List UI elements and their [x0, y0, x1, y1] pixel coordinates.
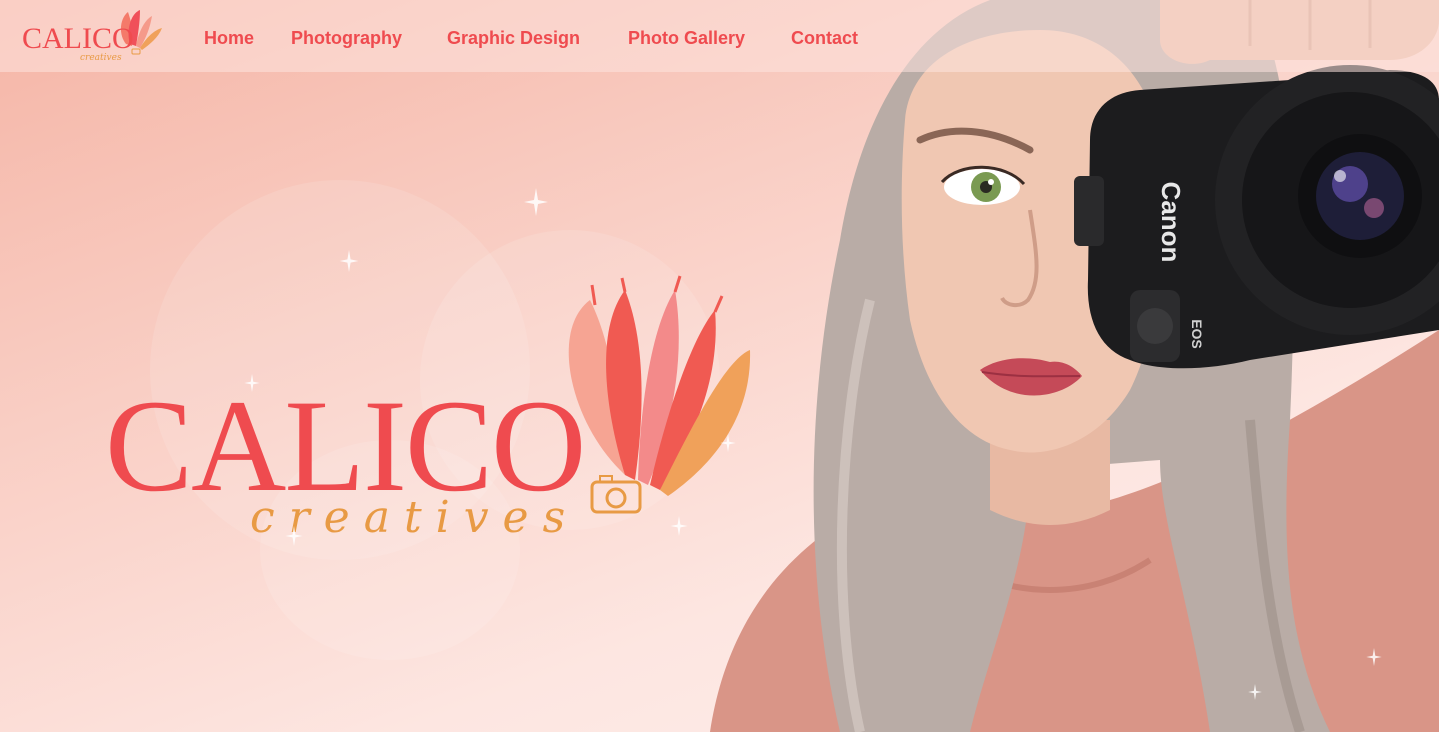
camera-icon — [590, 475, 642, 514]
nav-contact[interactable]: Contact — [791, 28, 858, 49]
camera-model: EOS — [1189, 319, 1205, 349]
camera-brand: Canon — [1156, 182, 1186, 263]
sparkle-icon — [524, 188, 548, 216]
sparkle-icon — [339, 250, 359, 272]
sparkle-icon — [244, 374, 260, 392]
nav-home[interactable]: Home — [204, 28, 254, 49]
sparkle-icon — [285, 526, 303, 546]
hero-logo: CALICO creatives — [105, 275, 751, 543]
sparkle-icon — [1366, 648, 1382, 666]
nav-photography[interactable]: Photography — [291, 28, 402, 49]
site-logo-tagline: creatives — [80, 53, 122, 63]
sparkle-icon — [1248, 684, 1262, 700]
balloon-icon — [568, 275, 751, 514]
sparkle-icon — [670, 516, 688, 536]
site-header: CALICO creatives Home Photography Graphi… — [0, 0, 1439, 72]
site-logo[interactable]: CALICO creatives — [22, 4, 167, 64]
site-logo-wordmark: CALICO — [22, 22, 134, 55]
nav-photo-gallery[interactable]: Photo Gallery — [628, 28, 745, 49]
camera: Canon EOS — [1074, 65, 1439, 369]
nav-graphic-design[interactable]: Graphic Design — [447, 28, 580, 49]
hero-photo: Canon EOS — [710, 0, 1439, 732]
sparkle-icon — [720, 434, 736, 452]
